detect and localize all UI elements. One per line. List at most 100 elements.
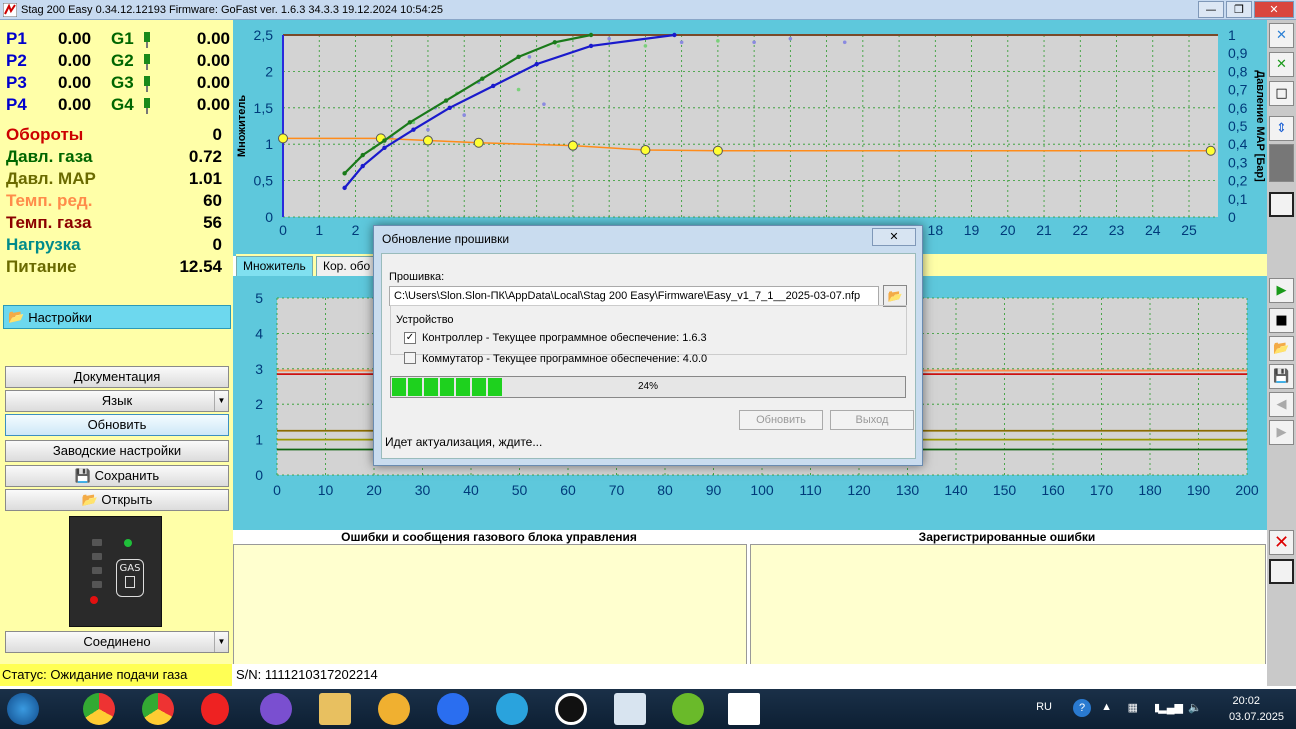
red-led [90, 596, 98, 604]
p-value: 0.00 [58, 51, 92, 70]
serial-number: S/N: 1111210317202214 [236, 667, 378, 682]
minimize-button[interactable]: — [1198, 1, 1224, 18]
update-button[interactable]: Обновить [5, 414, 229, 436]
chrome-icon[interactable] [142, 693, 174, 725]
data-point [407, 120, 413, 125]
x-tick-label: 180 [1138, 482, 1162, 498]
signal-icon[interactable] [437, 693, 469, 725]
x-tick-label: 130 [896, 482, 920, 498]
stag-app-icon[interactable] [728, 693, 760, 725]
open-button[interactable]: 📂 Открыть [5, 489, 229, 511]
data-point [360, 163, 365, 169]
chevron-left-icon[interactable]: ◀ [1269, 392, 1294, 417]
digit-display-icon [1269, 144, 1294, 182]
blank-square-icon[interactable] [1269, 192, 1294, 217]
data-point [382, 145, 387, 151]
device-indicator: GAS [69, 516, 162, 627]
factory-settings-button[interactable]: Заводские настройки [5, 440, 229, 462]
plot-area [283, 35, 1218, 217]
multiplier-chart: 0123456789101112131415161718192021222324… [233, 20, 1267, 256]
play-icon[interactable]: ▶ [1269, 278, 1294, 303]
close-button[interactable]: ✕ [1254, 1, 1294, 18]
clock-time[interactable]: 20:02 [1232, 695, 1260, 707]
left-panel: P1 0.00 G1 0.00 P2 0.00 G2 0.00 P3 0.00 G3 0.00 P4 0.… [0, 20, 233, 686]
documentation-button[interactable]: Документация [5, 366, 229, 388]
data-point [490, 83, 496, 89]
close-x-icon[interactable]: ✕ [1269, 23, 1294, 48]
firmware-path-field[interactable]: C:\Users\Slon.Slon-ПК\AppData\Local\Stag… [389, 286, 879, 306]
update-firmware-button[interactable]: Обновить [739, 410, 823, 430]
x-tick-label: 0 [273, 482, 281, 498]
x-tick-label: 200 [1235, 482, 1259, 498]
p-label: P1 [6, 29, 27, 48]
scatter-point [607, 36, 611, 41]
controller-checkbox[interactable]: ✓ [404, 332, 416, 344]
save-icon[interactable]: 💾 [1269, 364, 1294, 389]
viber-icon[interactable] [260, 693, 292, 725]
injector-row: P3 0.00 G3 0.00 [6, 72, 230, 94]
help-icon[interactable]: ? [1073, 699, 1091, 717]
dialog-close-button[interactable]: ✕ [872, 228, 916, 246]
data-point [672, 32, 677, 38]
gas-label: GAS [119, 563, 141, 574]
status-value: 12.54 [179, 257, 222, 276]
data-point [1205, 145, 1216, 156]
exit-button[interactable]: Выход [830, 410, 914, 430]
status-row: Давл. MAP 1.01 [6, 168, 222, 190]
settings-item[interactable]: 📂 Настройки [3, 305, 231, 329]
y2-tick-label: 0,6 [1228, 100, 1248, 116]
x-tick-label: 25 [1181, 222, 1197, 238]
y-tick-label: 4 [255, 325, 263, 341]
y-tick-label: 2,5 [254, 27, 274, 43]
scatter-point [542, 102, 546, 106]
x-tick-label: 24 [1145, 222, 1161, 238]
chevron-right-icon[interactable]: ▶ [1269, 420, 1294, 445]
language-indicator[interactable]: RU [1036, 701, 1052, 713]
tab-multiplier[interactable]: Множитель [236, 256, 313, 276]
x-tick-label: 80 [657, 482, 673, 498]
y2-tick-label: 0,3 [1228, 154, 1248, 170]
close-green-icon[interactable]: ✕ [1269, 52, 1294, 77]
tab-correction[interactable]: Кор. обо [316, 256, 378, 276]
volume-icon[interactable]: 🔈 [1188, 701, 1202, 714]
controller-label: Контроллер - Текущее программное обеспеч… [422, 332, 707, 344]
explorer-icon[interactable] [319, 693, 351, 725]
start-icon[interactable] [7, 693, 39, 725]
connection-select[interactable]: Соединено ▼ [5, 631, 229, 653]
chevron-down-icon: ▼ [214, 391, 228, 411]
browse-button[interactable]: 📂 [883, 285, 907, 307]
y2-tick-label: 0,8 [1228, 63, 1248, 79]
scatter-point [426, 127, 430, 132]
network-icon[interactable]: ▦ [1128, 701, 1138, 714]
stop-icon[interactable]: ■ [1269, 308, 1294, 333]
y-tick-label: 1 [265, 136, 273, 152]
chrome-icon[interactable] [83, 693, 115, 725]
blank-square-icon[interactable] [1269, 559, 1294, 584]
opera-icon[interactable] [201, 693, 229, 725]
switcher-checkbox[interactable] [404, 352, 416, 364]
language-select[interactable]: Язык ▼ [5, 390, 229, 412]
signal-bars-icon[interactable]: ▂▄▆ [1158, 701, 1183, 714]
tray-expand-icon[interactable]: ▲ [1101, 701, 1112, 713]
y-tick-label: 2 [265, 63, 273, 79]
device-group [390, 305, 907, 355]
compress-icon[interactable]: ⇕ [1269, 116, 1294, 141]
x-tick-label: 30 [415, 482, 431, 498]
scatter-point [788, 36, 793, 41]
clear-errors-icon[interactable]: ✕ [1269, 530, 1294, 555]
clock-date[interactable]: 03.07.2025 [1229, 711, 1284, 723]
utorrent-icon[interactable] [672, 693, 704, 725]
telegram-icon[interactable] [496, 693, 528, 725]
injector-row: P2 0.00 G2 0.00 [6, 50, 230, 72]
restore-button[interactable]: ❐ [1226, 1, 1252, 18]
window-icon[interactable]: □ [1269, 81, 1294, 106]
record-icon[interactable] [555, 693, 587, 725]
folder-open-icon: 📂 [81, 492, 98, 507]
paint-icon[interactable] [378, 693, 410, 725]
folder-open-icon[interactable]: 📂 [1269, 336, 1294, 361]
injector-icon [144, 98, 150, 114]
g-value: 0.00 [196, 73, 230, 92]
save-button[interactable]: 💾 Сохранить [5, 465, 229, 487]
status-value: 56 [203, 213, 222, 232]
calculator-icon[interactable] [614, 693, 646, 725]
